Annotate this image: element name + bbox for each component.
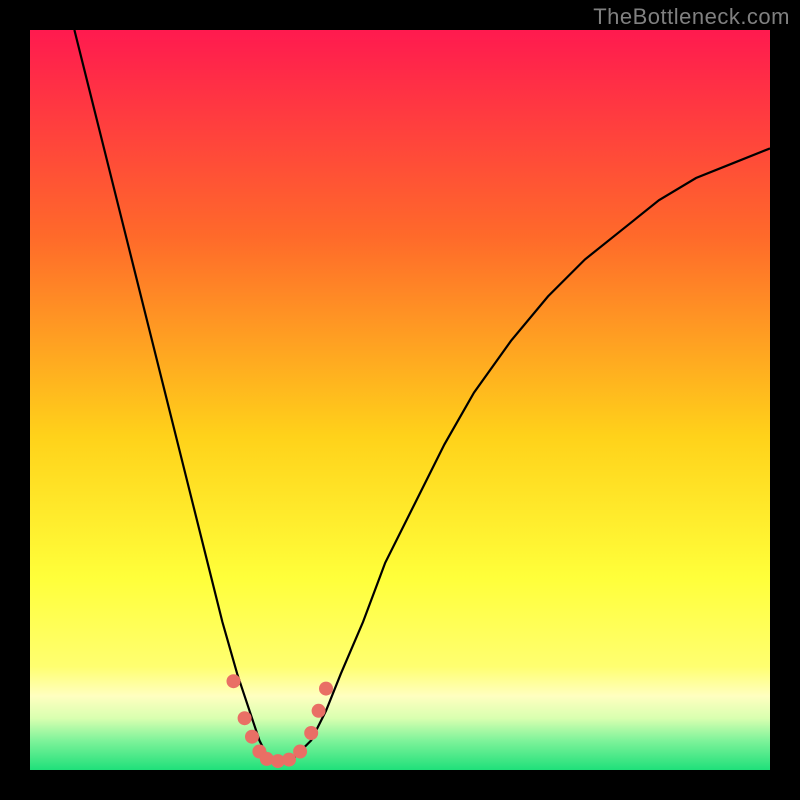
curve-marker bbox=[238, 711, 252, 725]
gradient-background bbox=[30, 30, 770, 770]
bottleneck-chart bbox=[30, 30, 770, 770]
curve-marker bbox=[304, 726, 318, 740]
plot-area bbox=[30, 30, 770, 770]
watermark-text: TheBottleneck.com bbox=[593, 4, 790, 30]
curve-marker bbox=[319, 682, 333, 696]
curve-marker bbox=[227, 674, 241, 688]
curve-marker bbox=[245, 730, 259, 744]
curve-marker bbox=[293, 745, 307, 759]
curve-marker bbox=[312, 704, 326, 718]
chart-frame: TheBottleneck.com bbox=[0, 0, 800, 800]
